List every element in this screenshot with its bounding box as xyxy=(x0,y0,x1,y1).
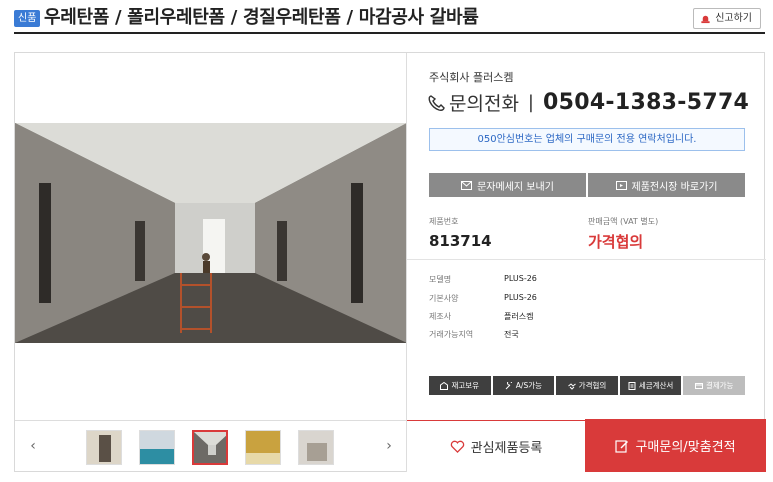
feature-stock: 재고보유 xyxy=(429,376,491,395)
feature-as-label: A/S가능 xyxy=(515,381,542,390)
product-detail-box: ‹ › 주식회사 플러스켐 문의전화 | 0504-1383-5774 050안… xyxy=(14,52,766,472)
new-badge: 신품 xyxy=(14,10,41,27)
divider xyxy=(406,53,407,472)
phone-separator: | xyxy=(527,92,534,113)
spec-maker-label: 제조사 xyxy=(429,312,452,321)
showroom-label: 제품전시장 바로가기 xyxy=(631,181,718,193)
section-divider xyxy=(407,259,766,260)
heart-icon xyxy=(450,440,464,453)
spec-basic-label: 기본사양 xyxy=(429,294,459,303)
send-sms-label: 문자메세지 보내기 xyxy=(477,181,554,193)
envelope-icon xyxy=(461,180,473,190)
corridor-photo xyxy=(15,123,407,343)
report-label: 신고하기 xyxy=(715,13,752,24)
thumbnail-5[interactable] xyxy=(298,430,334,465)
thumbnail-1[interactable] xyxy=(86,430,122,465)
feature-stock-label: 재고보유 xyxy=(451,381,480,390)
action-buttons: 문자메세지 보내기 제품전시장 바로가기 xyxy=(429,173,745,197)
feature-payment: 결제가능 xyxy=(683,376,745,395)
siren-icon xyxy=(701,15,710,24)
product-page: 신품 우레탄폼 / 폴리우레탄폼 / 경질우레탄폼 / 마감공사 갈바륨 신고하… xyxy=(0,0,773,482)
price-value: 가격협의 xyxy=(588,233,644,251)
main-product-image[interactable] xyxy=(15,123,407,343)
prev-arrow[interactable]: ‹ xyxy=(25,438,41,454)
feature-badges: 재고보유 A/S가능 가격협의 세금계산서 결제가능 xyxy=(429,376,745,395)
product-id-label: 제품번호 xyxy=(429,217,459,226)
feature-price-label: 가격협의 xyxy=(578,381,607,390)
report-button[interactable]: 신고하기 xyxy=(693,8,761,29)
feature-payment-label: 결제가능 xyxy=(705,381,734,390)
showroom-icon xyxy=(615,180,627,190)
spec-model-label: 모델명 xyxy=(429,275,452,284)
feature-price: 가격협의 xyxy=(556,376,618,395)
purchase-inquiry-button[interactable]: 구매문의/맞춤견적 xyxy=(585,419,766,472)
phone-number[interactable]: 0504-1383-5774 xyxy=(543,90,749,115)
purchase-inquiry-label: 구매문의/맞춤견적 xyxy=(635,440,736,455)
spec-model-value: PLUS-26 xyxy=(504,274,537,283)
send-sms-button[interactable]: 문자메세지 보내기 xyxy=(429,173,586,197)
safe-number-notice: 050안심번호는 업체의 구매문의 전용 연락처입니다. xyxy=(429,128,745,151)
price-label: 판매금액 (VAT 별도) xyxy=(588,217,659,226)
product-title: 우레탄폼 / 폴리우레탄폼 / 경질우레탄폼 / 마감공사 갈바륨 xyxy=(44,7,479,28)
wrench-icon xyxy=(505,381,512,389)
feature-as: A/S가능 xyxy=(492,376,555,395)
spec-basic-value: PLUS-26 xyxy=(504,293,537,302)
feature-invoice-label: 세금계산서 xyxy=(638,381,674,390)
product-header: 신품 우레탄폼 / 폴리우레탄폼 / 경질우레탄폼 / 마감공사 갈바륨 신고하… xyxy=(14,6,765,34)
card-icon xyxy=(694,382,703,389)
thumbnail-strip: ‹ › xyxy=(15,420,407,472)
spec-region-label: 거래가능지역 xyxy=(429,330,474,339)
receipt-icon xyxy=(628,381,636,390)
phone-line[interactable]: 문의전화 | 0504-1383-5774 xyxy=(427,89,749,116)
thumbnail-2[interactable] xyxy=(139,430,175,465)
showroom-button[interactable]: 제품전시장 바로가기 xyxy=(588,173,745,197)
feature-invoice: 세금계산서 xyxy=(619,376,682,395)
add-favorite-label: 관심제품등록 xyxy=(470,441,543,456)
warehouse-icon xyxy=(440,381,449,390)
edit-icon xyxy=(615,439,629,453)
next-arrow[interactable]: › xyxy=(381,438,397,454)
phone-icon xyxy=(428,94,445,111)
handshake-icon xyxy=(567,382,576,390)
company-name: 주식회사 플러스켐 xyxy=(429,71,514,84)
thumbnail-4[interactable] xyxy=(245,430,281,465)
spec-maker-value: 플러스켐 xyxy=(504,312,534,321)
thumbnail-3[interactable] xyxy=(192,430,228,465)
spec-region-value: 전국 xyxy=(504,330,519,339)
add-favorite-button[interactable]: 관심제품등록 xyxy=(407,420,585,472)
phone-label: 문의전화 xyxy=(449,93,519,115)
product-id-value: 813714 xyxy=(429,232,492,250)
